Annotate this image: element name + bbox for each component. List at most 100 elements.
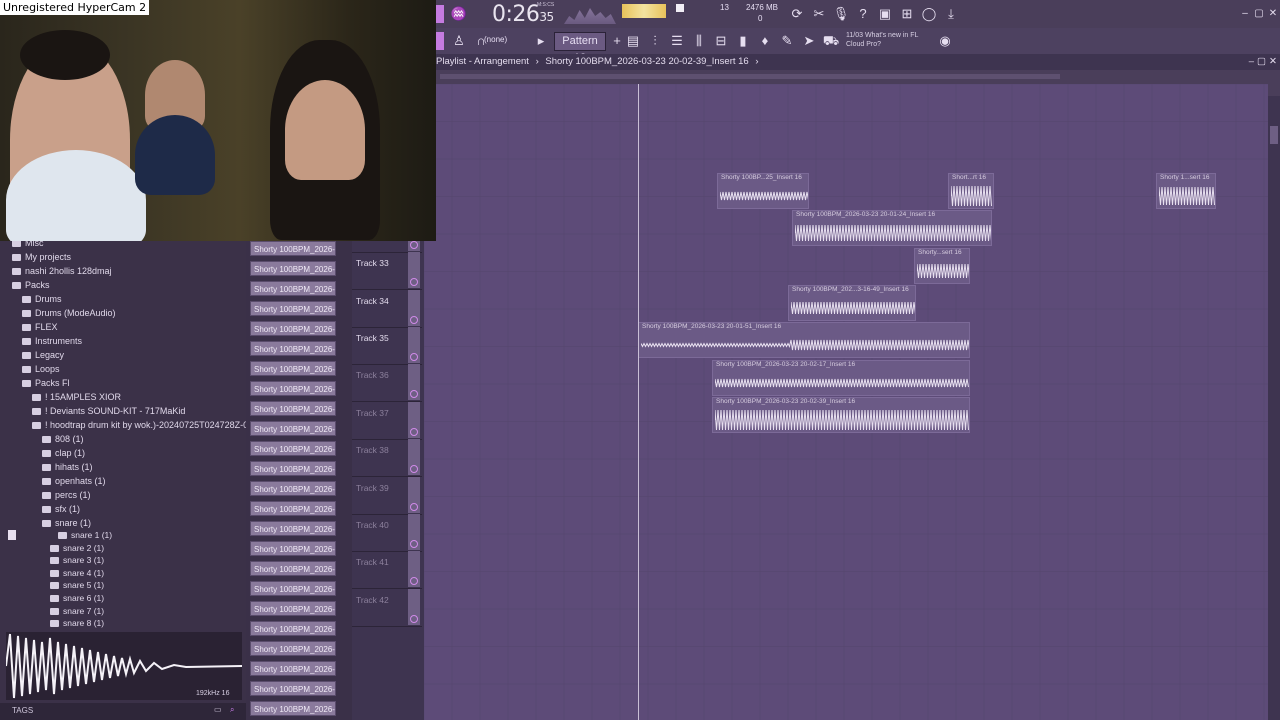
tags-search-icon[interactable]: ⌕: [230, 705, 234, 715]
clip-source-item[interactable]: Shorty 100BPM_2026-03...: [250, 461, 336, 476]
clip-source-item[interactable]: Shorty 100BPM_2026-03...: [250, 441, 336, 456]
snare-item[interactable]: snare 6 (1): [50, 592, 104, 604]
audio-clip[interactable]: Short...rt 16: [948, 173, 994, 209]
channel-select[interactable]: (none): [484, 35, 507, 44]
browser-item[interactable]: Drums (ModeAudio): [22, 307, 116, 319]
window-close-icon[interactable]: ✕: [1269, 54, 1277, 70]
track-mute-icon[interactable]: [410, 315, 418, 324]
track-header[interactable]: Track 38: [352, 439, 422, 478]
channel-rack-icon[interactable]: ☰: [668, 32, 686, 50]
clip-source-item[interactable]: Shorty 100BPM_2026-03...: [250, 261, 336, 276]
plugin-icon[interactable]: ♦: [756, 32, 774, 50]
browser-item[interactable]: ! Deviants SOUND-KIT - 717MaKid: [32, 405, 185, 417]
browser-item[interactable]: clap (1): [42, 447, 85, 459]
globe-icon[interactable]: ◉: [936, 32, 954, 50]
master-volume-icon[interactable]: [622, 4, 666, 18]
track-mute-icon[interactable]: [410, 353, 418, 361]
mixer-view-icon[interactable]: ⫼: [690, 32, 708, 50]
audio-clip[interactable]: Shorty 100BPM_202...3-16-49_Insert 16: [788, 285, 916, 321]
browser-item[interactable]: percs (1): [42, 489, 91, 501]
playhead[interactable]: [638, 84, 639, 720]
clip-source-item[interactable]: Shorty 100BPM_2026-03...: [250, 581, 336, 596]
browser-item[interactable]: snare (1): [42, 517, 91, 529]
track-header[interactable]: Track 36: [352, 364, 422, 403]
track-header[interactable]: Track 41: [352, 551, 422, 590]
clip-source-item[interactable]: Shorty 100BPM_2026-03...: [250, 701, 336, 716]
clip-source-item[interactable]: Shorty 100BPM_2026-03...: [250, 321, 336, 336]
audio-clip[interactable]: Shorty...sert 16: [914, 248, 970, 284]
browser-item[interactable]: openhats (1): [42, 475, 106, 487]
mic-icon[interactable]: 🎙: [832, 5, 850, 23]
audio-clip[interactable]: Shorty 100BPM_2026-03-23 20-01-24_Insert…: [792, 210, 992, 246]
metronome-icon[interactable]: ⟳: [788, 5, 806, 23]
track-mute-icon[interactable]: [410, 240, 418, 249]
browser-item[interactable]: nashi 2hollis 128dmaj: [12, 265, 112, 277]
clip-source-item[interactable]: Shorty 100BPM_2026-03...: [250, 561, 336, 576]
clip-source-item[interactable]: Shorty 100BPM_2026-03...: [250, 541, 336, 556]
browser-item[interactable]: sfx (1): [42, 503, 80, 515]
arrow-right-icon[interactable]: ▸: [532, 32, 550, 50]
browser-item[interactable]: hihats (1): [42, 461, 93, 473]
track-mute-icon[interactable]: [410, 614, 418, 623]
tags-folder-icon[interactable]: ▭: [214, 705, 222, 714]
clip-source-item[interactable]: Shorty 100BPM_2026-03...: [250, 281, 336, 296]
track-mute-icon[interactable]: [410, 540, 418, 548]
snare-item[interactable]: snare 2 (1): [50, 542, 104, 554]
clip-source-item[interactable]: Shorty 100BPM_2026-03...: [250, 501, 336, 516]
browser-item[interactable]: Legacy: [22, 349, 64, 361]
track-header[interactable]: Track 34: [352, 289, 422, 328]
clip-source-item[interactable]: Shorty 100BPM_2026-03...: [250, 421, 336, 436]
snare-item[interactable]: snare 3 (1): [50, 554, 104, 566]
browser-item[interactable]: 808 (1): [42, 433, 84, 445]
track-header[interactable]: Track 42: [352, 588, 422, 627]
audio-clip[interactable]: Shorty 100BP...25_Insert 16: [717, 173, 809, 209]
clip-source-item[interactable]: Shorty 100BPM_2026-03...: [250, 641, 336, 656]
snap-icon[interactable]: [436, 32, 444, 50]
clip-source-item[interactable]: Shorty 100BPM_2026-03...: [250, 481, 336, 496]
breadcrumb-title[interactable]: Playlist - Arrangement: [436, 56, 529, 67]
track-header[interactable]: Track 33: [352, 252, 422, 291]
browser-item[interactable]: My projects: [12, 251, 71, 263]
horizontal-scrollbar[interactable]: [440, 74, 1060, 79]
news-panel[interactable]: 11/03 What's new in FL Cloud Pro?: [846, 31, 918, 49]
audio-clip[interactable]: Shorty 100BPM_2026-03-23 20-02-17_Insert…: [712, 360, 970, 396]
cart-icon[interactable]: ⛟: [822, 32, 840, 50]
audio-clip[interactable]: Shorty 1...sert 16: [1156, 173, 1216, 209]
window-restore-icon[interactable]: ▢: [1257, 54, 1266, 70]
browser-item[interactable]: Loops: [22, 363, 60, 375]
browser-icon[interactable]: ⊟: [712, 32, 730, 50]
chat-icon[interactable]: ◯: [920, 5, 938, 23]
breadcrumb-file[interactable]: Shorty 100BPM_2026-03-23 20-02-39_Insert…: [545, 56, 748, 67]
piano-roll-icon[interactable]: ⫶: [646, 32, 664, 50]
pattern-selector[interactable]: Pattern 12: [554, 32, 606, 64]
snare-item[interactable]: snare 7 (1): [50, 605, 104, 617]
window-minimize-icon[interactable]: –: [1249, 54, 1254, 70]
track-header[interactable]: Track 35: [352, 327, 422, 365]
brush-icon[interactable]: ✎: [778, 32, 796, 50]
snare-item[interactable]: snare 1 (1): [58, 529, 112, 541]
cut-icon[interactable]: ✂: [810, 5, 828, 23]
clip-source-item[interactable]: Shorty 100BPM_2026-03...: [250, 361, 336, 376]
clip-source-item[interactable]: Shorty 100BPM_2026-03...: [250, 401, 336, 416]
clip-source-item[interactable]: Shorty 100BPM_2026-03...: [250, 301, 336, 316]
browser-item[interactable]: ! hoodtrap drum kit by wok.)-20240725T02…: [32, 419, 258, 431]
help-icon[interactable]: ?: [854, 5, 872, 23]
track-header[interactable]: Track 40: [352, 514, 422, 552]
browser-item[interactable]: Instruments: [22, 335, 82, 347]
clip-source-item[interactable]: Shorty 100BPM_2026-03...: [250, 661, 336, 676]
browser-item[interactable]: Packs: [12, 279, 50, 291]
play-indicator-icon[interactable]: [436, 5, 444, 23]
clip-source-item[interactable]: Shorty 100BPM_2026-03...: [250, 621, 336, 636]
clip-source-item[interactable]: Shorty 100BPM_2026-03...: [250, 241, 336, 256]
snare-item[interactable]: snare 4 (1): [50, 567, 104, 579]
clip-source-item[interactable]: Shorty 100BPM_2026-03...: [250, 341, 336, 356]
download-icon[interactable]: ⤓: [942, 5, 960, 23]
track-mute-icon[interactable]: [410, 427, 418, 436]
track-header[interactable]: Track 37: [352, 401, 422, 440]
tempo-icon[interactable]: ♒: [450, 5, 468, 23]
vertical-scrollbar[interactable]: [1268, 96, 1280, 720]
bird-icon[interactable]: ➤: [800, 32, 818, 50]
playlist-icon[interactable]: ▤: [624, 32, 642, 50]
browser-item[interactable]: ! 15AMPLES XIOR: [32, 391, 121, 403]
clip-source-item[interactable]: Shorty 100BPM_2026-03...: [250, 521, 336, 536]
